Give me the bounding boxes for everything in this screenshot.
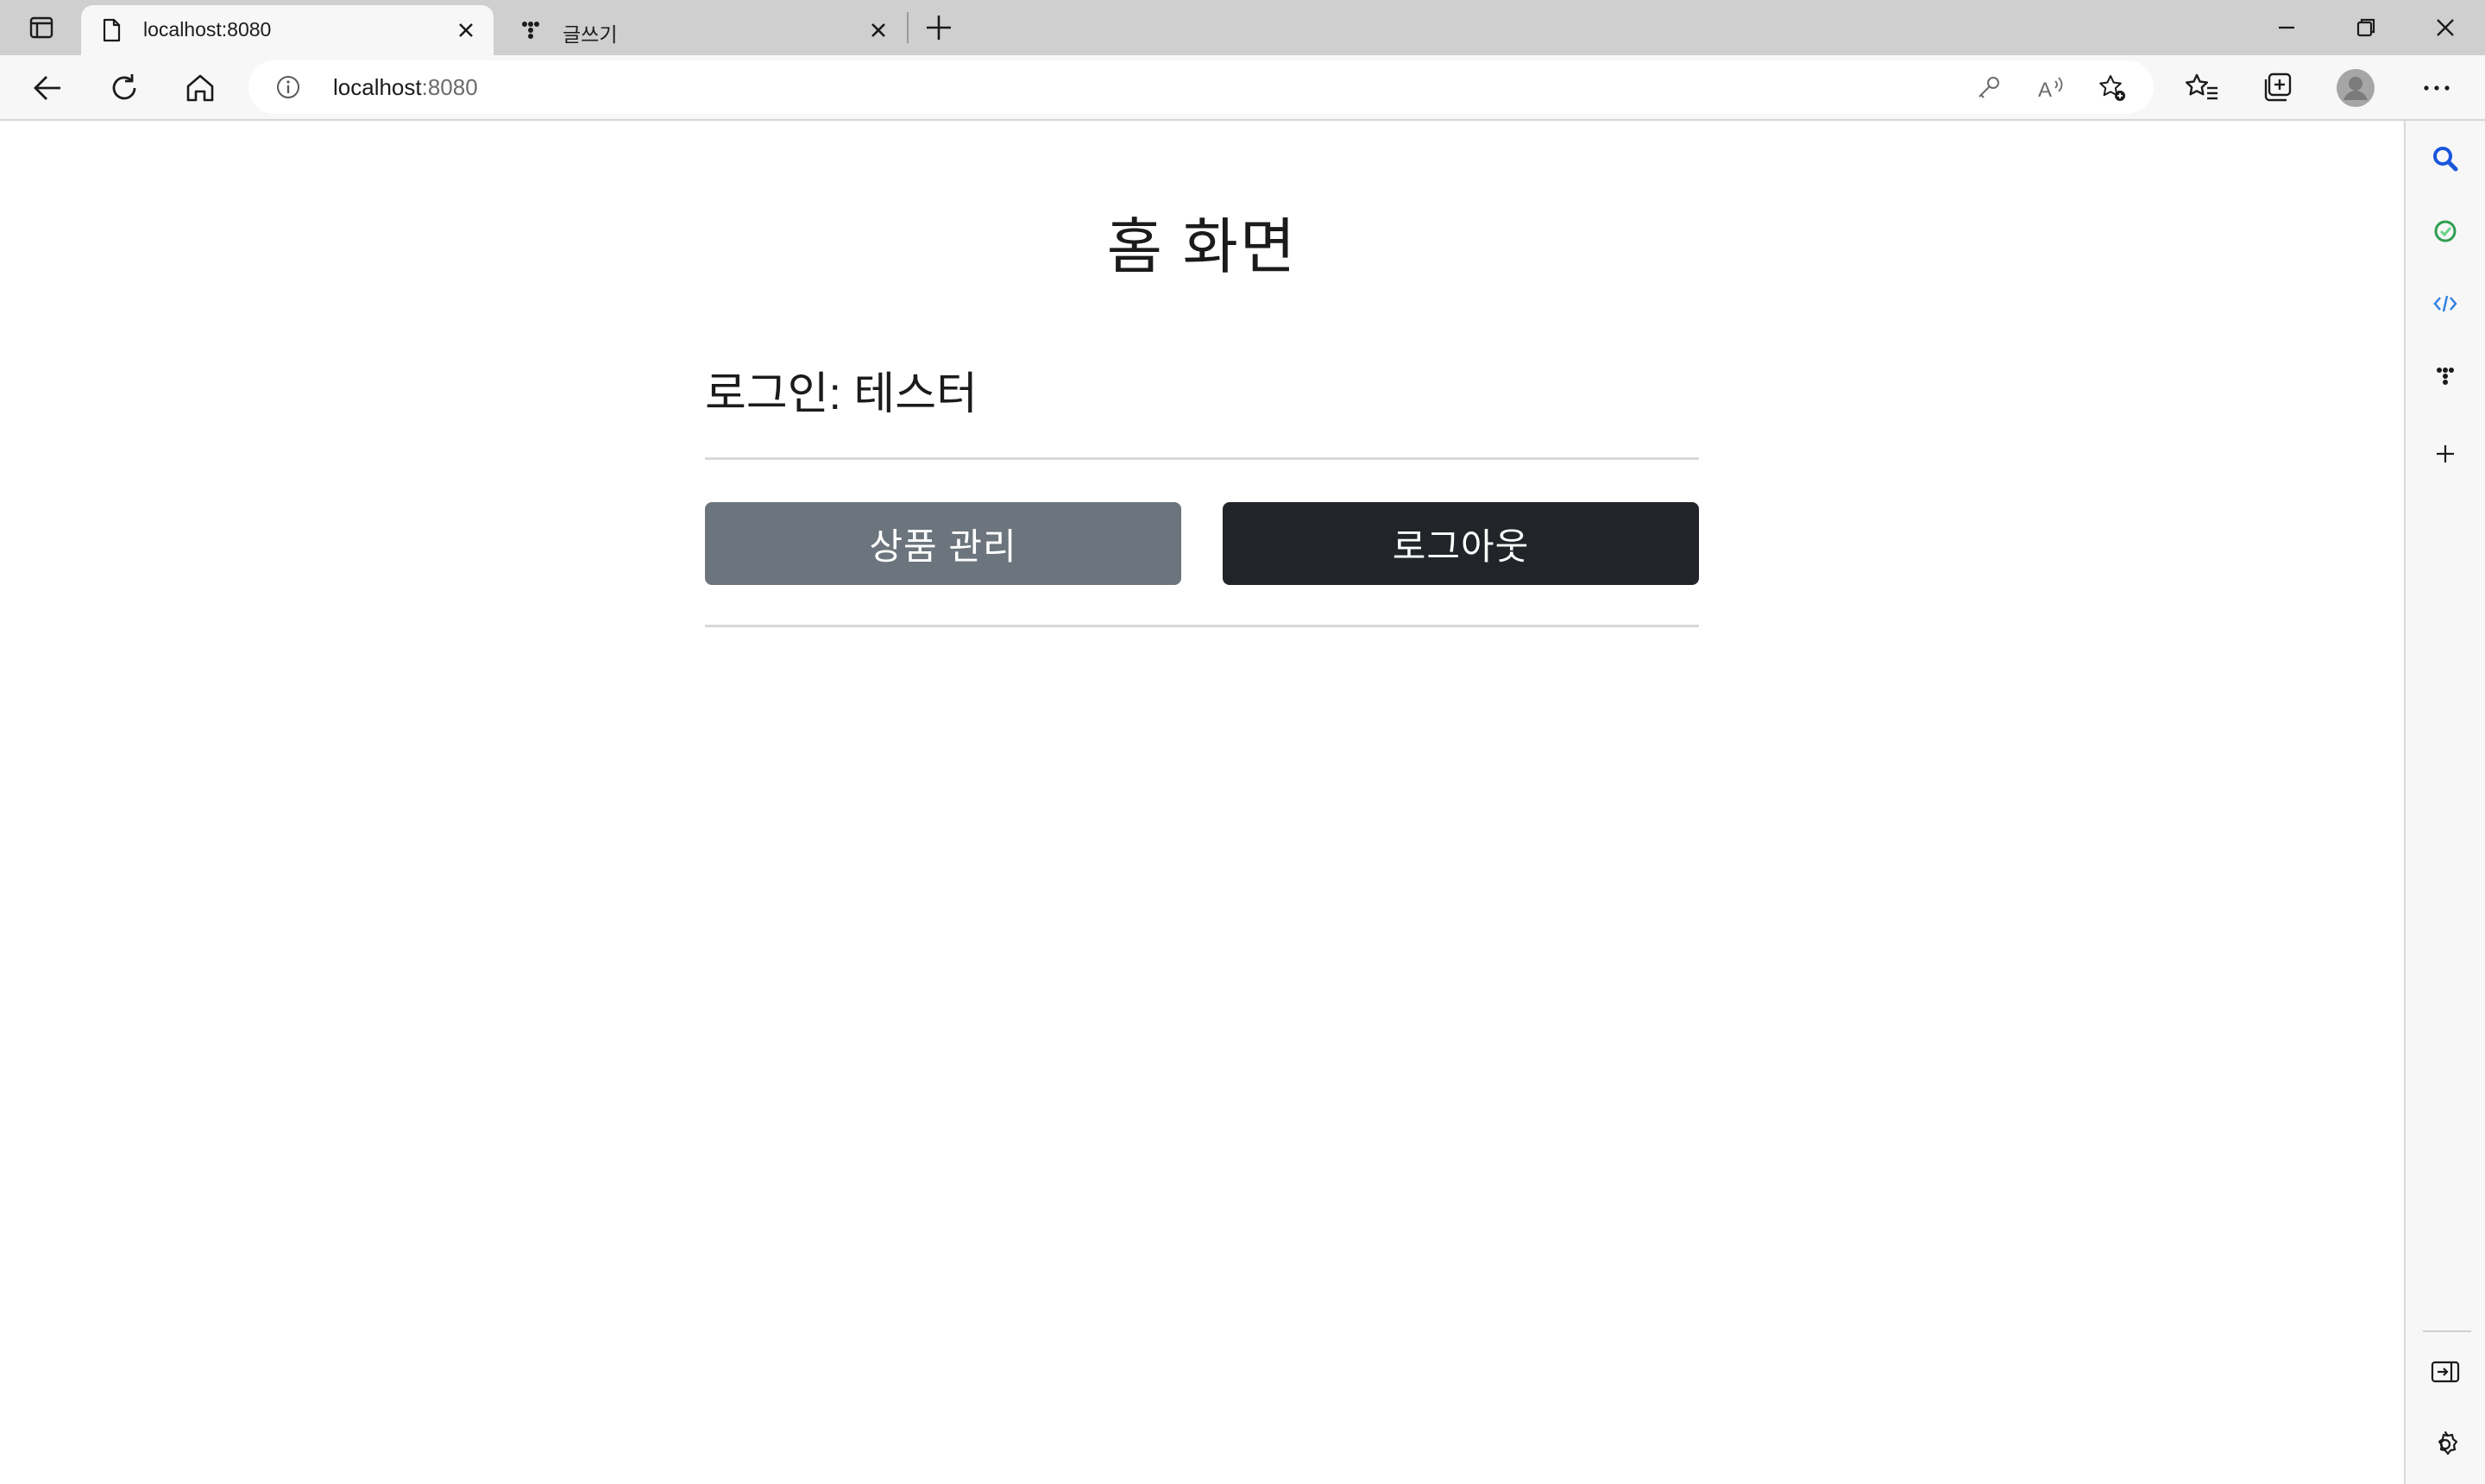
tab-title: 글쓰기 (563, 23, 618, 46)
page-title: 홈 화면 (1106, 213, 1298, 280)
restore-icon[interactable] (2347, 9, 2385, 47)
add-sidebar-app-icon[interactable] (2428, 437, 2463, 471)
login-status: 로그인: 테스터 (705, 369, 978, 419)
profile-avatar-icon[interactable] (2335, 67, 2376, 109)
home-icon[interactable] (179, 67, 221, 109)
tab-localhost[interactable]: localhost:8080 (81, 5, 494, 55)
product-manage-button[interactable]: 상품 관리 (705, 502, 1181, 585)
back-icon[interactable] (28, 67, 69, 109)
more-options-icon[interactable] (2416, 67, 2457, 109)
dots-app-icon[interactable] (2428, 359, 2463, 393)
search-icon[interactable] (2428, 141, 2463, 176)
url-host: localhost (333, 74, 422, 100)
tab-separator (907, 12, 909, 43)
hide-sidebar-icon[interactable] (2428, 1355, 2463, 1389)
add-favorite-icon[interactable] (2097, 72, 2128, 104)
sidebar-divider (2423, 1330, 2471, 1332)
divider-top (705, 457, 1699, 460)
page-content: 홈 화면 로그인: 테스터 상품 관리 로그아웃 (0, 123, 2404, 1484)
divider-bottom (705, 625, 1699, 627)
close-window-icon[interactable] (2426, 9, 2464, 47)
tab-actions-icon (29, 16, 53, 39)
read-aloud-icon[interactable]: A (2035, 72, 2066, 104)
key-icon[interactable] (1972, 72, 2004, 104)
svg-text:A: A (2038, 79, 2052, 102)
page-icon (103, 18, 121, 42)
url-text[interactable]: localhost:8080 (333, 74, 478, 101)
favorites-icon[interactable] (2181, 67, 2223, 109)
collections-icon[interactable] (2257, 67, 2299, 109)
browser-toolbar: localhost:8080 A (0, 55, 2485, 121)
code-icon[interactable] (2428, 286, 2463, 321)
tab-actions-button[interactable] (14, 5, 69, 50)
minimize-icon[interactable] (2268, 9, 2306, 47)
address-bar[interactable]: localhost:8080 A (248, 60, 2154, 114)
settings-gear-icon[interactable] (2428, 1427, 2463, 1462)
tab-write[interactable]: 글쓰기 (500, 5, 906, 55)
new-tab-icon[interactable] (922, 10, 956, 45)
url-port: :8080 (421, 74, 478, 100)
tab-strip: localhost:8080 글쓰기 (0, 0, 2485, 55)
close-tab-icon[interactable] (865, 16, 892, 44)
tab-title: localhost:8080 (143, 18, 272, 41)
edge-sidebar (2404, 121, 2485, 1484)
dots-icon (522, 22, 539, 39)
logout-button[interactable]: 로그아웃 (1223, 502, 1699, 585)
close-tab-icon[interactable] (452, 16, 480, 44)
refresh-icon[interactable] (104, 67, 145, 109)
copilot-icon[interactable] (2428, 214, 2463, 248)
info-icon[interactable] (274, 73, 302, 101)
